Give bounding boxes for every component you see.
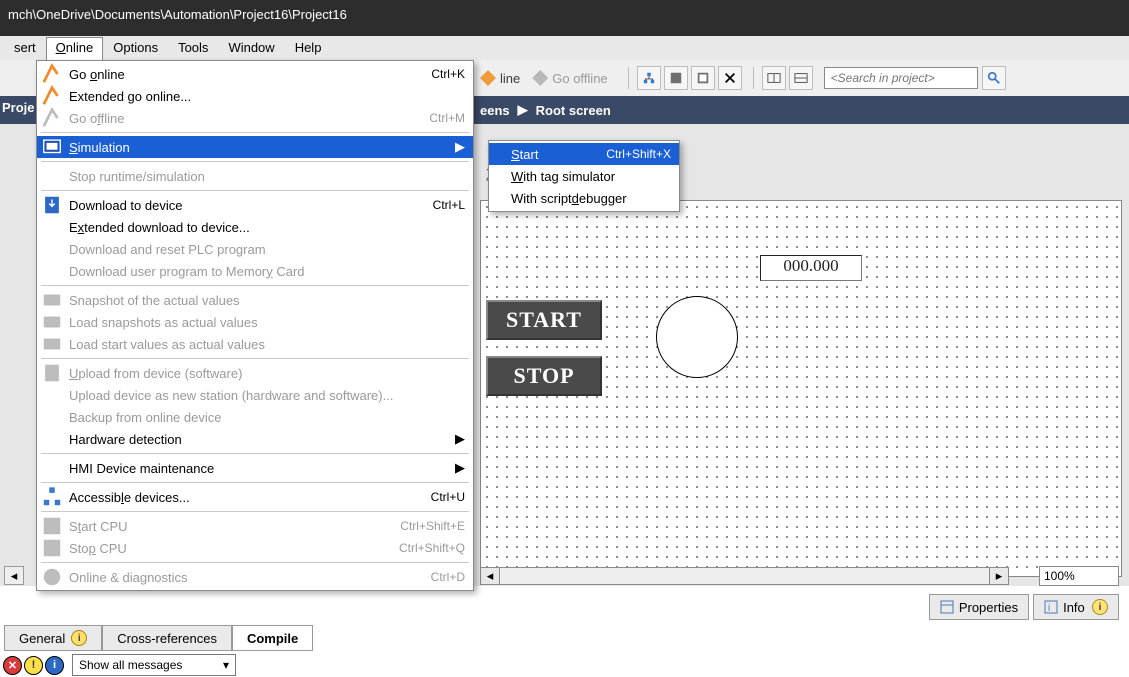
- toolbar-split-h[interactable]: [762, 66, 786, 90]
- info-badge-icon: i: [71, 630, 87, 646]
- breadcrumb-a: eens: [480, 103, 510, 118]
- toolbar-btn-a[interactable]: [664, 66, 688, 90]
- submenu-script-debugger[interactable]: With script debugger: [489, 187, 679, 209]
- go-online-icon: [480, 70, 496, 86]
- diagnostics-icon: [41, 568, 63, 586]
- go-online-button[interactable]: line: [480, 70, 520, 86]
- start-cpu-icon: [41, 517, 63, 535]
- zoom-input[interactable]: [1039, 566, 1119, 586]
- load-snap-icon: [41, 313, 63, 331]
- menu-download-memcard: Download user program to Memory Card: [37, 260, 473, 282]
- menu-hmi-maintenance[interactable]: HMI Device maintenance▶: [37, 457, 473, 479]
- menu-snapshot: Snapshot of the actual values: [37, 289, 473, 311]
- tab-cross-references[interactable]: Cross-references: [102, 625, 232, 651]
- download-icon: [41, 196, 63, 214]
- stop-cpu-icon: [41, 539, 63, 557]
- hmi-stop-button[interactable]: STOP: [486, 356, 602, 396]
- search-input[interactable]: [824, 67, 978, 89]
- go-online-icon: [41, 65, 63, 83]
- scroll-right-icon[interactable]: ▸: [989, 567, 1009, 585]
- menu-window[interactable]: Window: [218, 37, 284, 59]
- warning-filter-icon[interactable]: !: [24, 656, 43, 675]
- error-filter-icon[interactable]: ✕: [3, 656, 22, 675]
- menu-stop-simulation: Stop runtime/simulation: [37, 165, 473, 187]
- go-online-ext-icon: [41, 87, 63, 105]
- scroll-track[interactable]: [500, 567, 989, 585]
- menu-extended-go-online[interactable]: Extended go online...: [37, 85, 473, 107]
- chevron-down-icon: ▾: [223, 658, 229, 672]
- menu-load-snapshots: Load snapshots as actual values: [37, 311, 473, 333]
- toolbar-btn-b[interactable]: [691, 66, 715, 90]
- menu-hardware-detection[interactable]: Hardware detection▶: [37, 428, 473, 450]
- message-filter-row: ✕ ! i Show all messages▾: [3, 654, 236, 676]
- menu-simulation[interactable]: Simulation▶: [37, 136, 473, 158]
- menu-accessible-devices[interactable]: Accessible devices...Ctrl+U: [37, 486, 473, 508]
- go-offline-button[interactable]: Go offline: [532, 70, 607, 86]
- info-icon: i: [1044, 600, 1058, 614]
- tab-general[interactable]: Generali: [4, 625, 102, 651]
- menu-tools[interactable]: Tools: [168, 37, 218, 59]
- chevron-right-icon: ▶: [455, 431, 465, 447]
- toolbar-split-v[interactable]: [789, 66, 813, 90]
- zoom-control[interactable]: [1039, 567, 1119, 585]
- info-filter-icon[interactable]: i: [45, 656, 64, 675]
- hmi-start-button[interactable]: START: [486, 300, 602, 340]
- menu-load-start-values: Load start values as actual values: [37, 333, 473, 355]
- menu-download-reset: Download and reset PLC program: [37, 238, 473, 260]
- toolbar-close-icon[interactable]: [718, 66, 742, 90]
- svg-text:i: i: [1048, 603, 1050, 614]
- snapshot-icon: [41, 291, 63, 309]
- menu-download[interactable]: Download to deviceCtrl+L: [37, 194, 473, 216]
- go-offline-icon: [41, 109, 63, 127]
- menu-insert[interactable]: sert: [4, 37, 46, 59]
- tab-compile[interactable]: Compile: [232, 625, 313, 651]
- menu-backup: Backup from online device: [37, 406, 473, 428]
- menu-extended-download[interactable]: Extended download to device...: [37, 216, 473, 238]
- properties-icon: [940, 600, 954, 614]
- breadcrumb-b: Root screen: [536, 103, 611, 118]
- menu-upload-hardware: Upload device as new station (hardware a…: [37, 384, 473, 406]
- menu-diagnostics: Online & diagnosticsCtrl+D: [37, 566, 473, 588]
- menu-online[interactable]: OOnlinenline: [46, 37, 104, 60]
- hmi-io-field[interactable]: 000.000: [760, 255, 862, 281]
- toolbar-accessible-devices[interactable]: [637, 66, 661, 90]
- chevron-right-icon: ▶: [518, 102, 528, 118]
- menu-stop-cpu: Stop CPUCtrl+Shift+Q: [37, 537, 473, 559]
- tab-properties[interactable]: Properties: [929, 594, 1029, 620]
- window-path: mch\OneDrive\Documents\Automation\Projec…: [8, 7, 347, 22]
- tab-info[interactable]: iInfo i: [1033, 594, 1119, 620]
- menu-upload-software: Upload from device (software): [37, 362, 473, 384]
- simulation-icon: [41, 138, 63, 156]
- online-menu: Go onlineCtrl+K Extended go online... Go…: [36, 60, 474, 591]
- go-offline-icon: [532, 70, 548, 86]
- chevron-right-icon: ▶: [455, 139, 465, 155]
- devices-icon: [41, 488, 63, 506]
- scroll-left-icon[interactable]: ◂: [480, 567, 500, 585]
- upload-icon: [41, 364, 63, 382]
- message-tabs: Generali Cross-references Compile: [4, 625, 313, 651]
- project-tree-label: Proje: [0, 100, 35, 115]
- message-filter-select[interactable]: Show all messages▾: [72, 654, 236, 676]
- toolbar-search-go[interactable]: [982, 66, 1006, 90]
- details-tabs: Properties iInfo i: [925, 594, 1119, 620]
- info-badge-icon: i: [1092, 599, 1108, 615]
- menu-go-online[interactable]: Go onlineCtrl+K: [37, 63, 473, 85]
- simulation-submenu: StartCtrl+Shift+X With tag simulator Wit…: [488, 140, 680, 212]
- menu-go-offline: Go offlineCtrl+M: [37, 107, 473, 129]
- sidebar-scroll-left[interactable]: ◂: [4, 566, 24, 585]
- menu-start-cpu: Start CPUCtrl+Shift+E: [37, 515, 473, 537]
- menu-help[interactable]: Help: [285, 37, 332, 59]
- h-scrollbar[interactable]: ◂ ▸: [480, 567, 1009, 585]
- menu-options[interactable]: Options: [103, 37, 168, 59]
- load-start-icon: [41, 335, 63, 353]
- submenu-tag-simulator[interactable]: With tag simulator: [489, 165, 679, 187]
- submenu-start[interactable]: StartCtrl+Shift+X: [489, 143, 679, 165]
- chevron-right-icon: ▶: [455, 460, 465, 476]
- hmi-lamp-circle[interactable]: [656, 296, 738, 378]
- menubar: sert OOnlinenline Options Tools Window H…: [0, 36, 1129, 61]
